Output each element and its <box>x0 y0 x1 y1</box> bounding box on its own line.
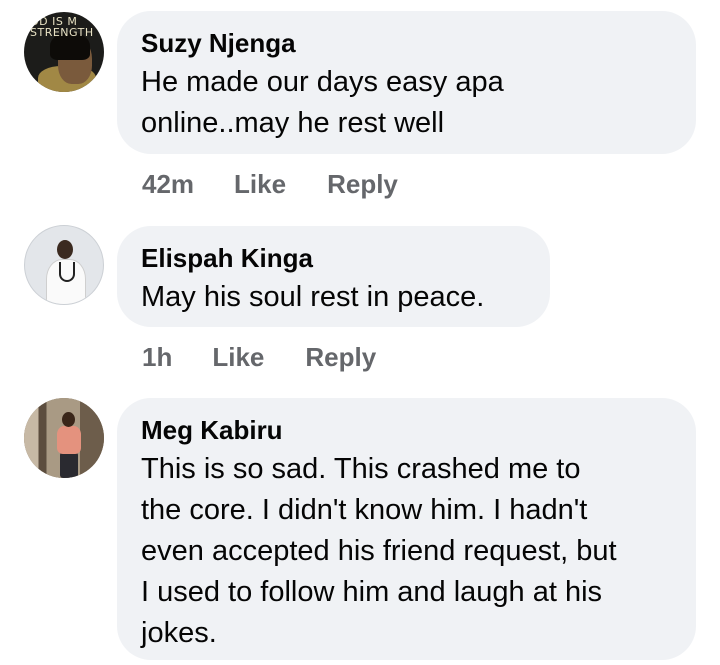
comment-bubble: Meg Kabiru This is so sad. This crashed … <box>117 398 696 660</box>
comment-author[interactable]: Meg Kabiru <box>141 414 672 446</box>
comment-bubble: Elispah Kinga May his soul rest in peace… <box>117 226 550 327</box>
reply-button[interactable]: Reply <box>305 342 376 373</box>
avatar[interactable]: OD IS M STRENGTH <box>24 12 104 92</box>
comment-text: He made our days easy apa online..may he… <box>141 66 504 139</box>
like-button[interactable]: Like <box>212 342 264 373</box>
comment-actions: 1h Like Reply <box>142 340 376 374</box>
reply-button[interactable]: Reply <box>327 169 398 200</box>
comment-author[interactable]: Suzy Njenga <box>141 27 672 59</box>
avatar[interactable] <box>24 225 104 305</box>
comment-author[interactable]: Elispah Kinga <box>141 242 526 274</box>
like-button[interactable]: Like <box>234 169 286 200</box>
comment-timestamp[interactable]: 1h <box>142 342 172 373</box>
avatar-text: OD IS M STRENGTH <box>30 15 94 39</box>
avatar[interactable] <box>24 398 104 478</box>
comment-text: May his soul rest in peace. <box>141 281 485 313</box>
comment-text: This is so sad. This crashed me to the c… <box>141 453 617 649</box>
comment-timestamp[interactable]: 42m <box>142 169 194 200</box>
comment-bubble: Suzy Njenga He made our days easy apa on… <box>117 11 696 154</box>
comment-actions: 42m Like Reply <box>142 167 398 201</box>
